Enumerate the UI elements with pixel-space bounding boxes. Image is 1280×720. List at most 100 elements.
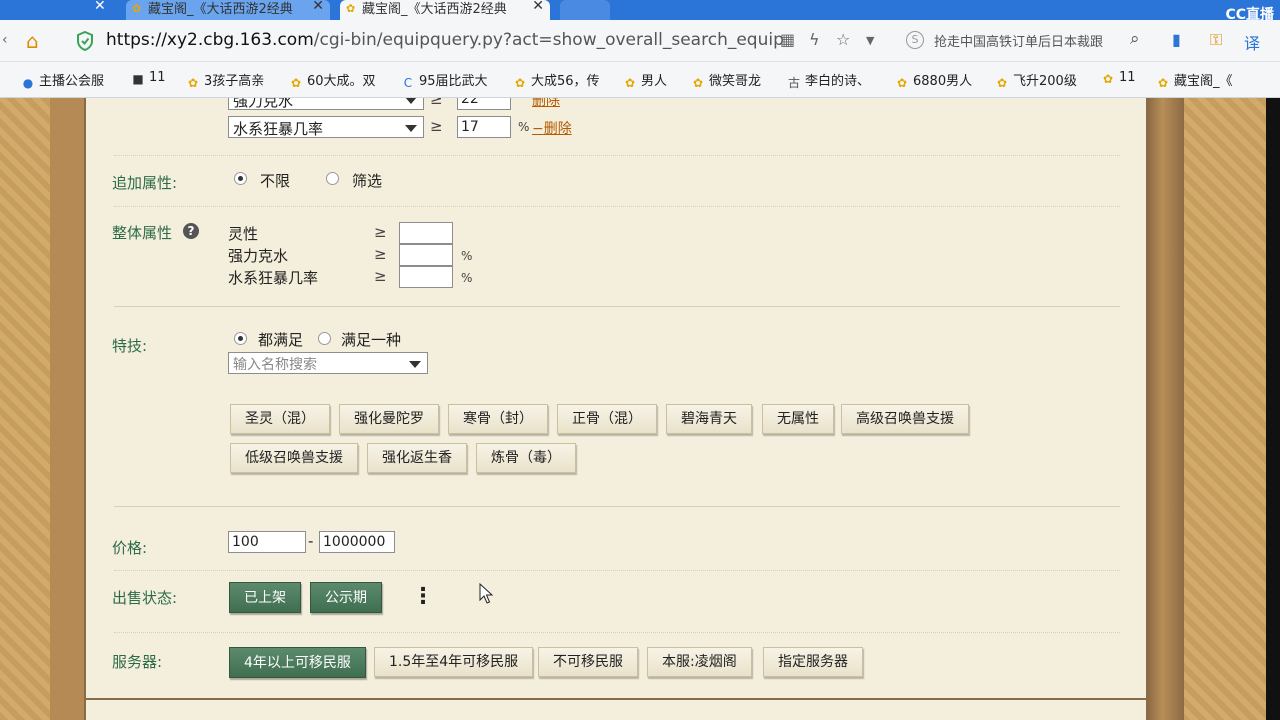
attribute-value-input[interactable] xyxy=(457,98,511,110)
bookmark-item[interactable]: ✿ 男人 xyxy=(622,70,667,90)
server-option-button[interactable]: 不可移民服 xyxy=(538,647,638,677)
bookmark-item[interactable]: ✿ 11 xyxy=(1100,70,1136,86)
overall-attr-input-spirit[interactable] xyxy=(399,222,453,244)
skill-button[interactable]: 寒骨（封） xyxy=(448,404,548,434)
browser-tab-2[interactable]: ✿ 藏宝阁_《大话西游2经典 ✕ xyxy=(340,0,550,20)
home-icon[interactable]: ⌂ xyxy=(26,31,48,51)
bookmark-icon: ✿ xyxy=(996,76,1008,90)
server-option-button[interactable]: 4年以上可移民服 xyxy=(229,647,366,678)
overall-attr-input-water-crit[interactable] xyxy=(399,266,453,288)
extra-attr-option-filter[interactable]: 筛选 xyxy=(352,170,382,191)
search-suggestion-text: 抢走中国高铁订单后日本裁跟 xyxy=(934,35,1104,50)
extra-attr-option-any[interactable]: 不限 xyxy=(260,170,290,191)
skill-button[interactable]: 低级召唤兽支援 xyxy=(230,443,358,473)
chevron-left-icon[interactable]: ‹ xyxy=(2,32,8,48)
extra-attr-radio-filter[interactable] xyxy=(326,172,339,185)
bookmark-item[interactable]: ■ 11 xyxy=(130,70,165,86)
chevron-down-icon[interactable]: ▼ xyxy=(866,34,874,47)
delete-link[interactable]: 删除 xyxy=(532,98,560,110)
skill-button[interactable]: 碧海青天 xyxy=(666,404,752,434)
percent-unit: % xyxy=(461,271,473,285)
new-tab-button[interactable] xyxy=(560,0,610,20)
skill-button[interactable]: 强化曼陀罗 xyxy=(339,404,439,434)
browser-tab-1[interactable]: ✿ 藏宝阁_《大话西游2经典 ✕ xyxy=(126,0,330,20)
server-option-button[interactable]: 1.5年至4年可移民服 xyxy=(374,647,534,677)
sale-status-public-button[interactable]: 公示期 xyxy=(310,582,382,613)
search-form-panel: 强力克水 ≥ 删除 水系狂暴几率 ≥ % −删除 追加属性: 不限 筛选 整体属… xyxy=(84,98,1148,720)
chevron-down-icon xyxy=(405,125,417,132)
ge-symbol: ≥ xyxy=(374,267,387,285)
skills-match-all[interactable]: 都满足 xyxy=(258,329,303,350)
divider xyxy=(114,506,1120,507)
extra-attr-label: 追加属性: xyxy=(112,174,178,192)
percent-unit: % xyxy=(461,249,473,263)
attribute-select[interactable]: 水系狂暴几率 xyxy=(228,116,424,138)
close-icon[interactable]: ✕ xyxy=(94,0,106,14)
divider xyxy=(114,306,1120,307)
skill-button[interactable]: 高级召唤兽支援 xyxy=(841,404,969,434)
delete-link[interactable]: −删除 xyxy=(532,118,572,138)
bookmark-item[interactable]: ✿ 60大成。双 xyxy=(288,70,376,90)
overall-attr-label: 整体属性 xyxy=(112,224,173,242)
url-path: /cgi-bin/equipquery.py?act=show_overall_… xyxy=(313,30,784,50)
ge-symbol: ≥ xyxy=(430,117,443,135)
overall-attr-name: 水系狂暴几率 xyxy=(228,269,319,287)
price-range-dash: - xyxy=(308,532,314,550)
attribute-select[interactable]: 强力克水 xyxy=(228,98,424,110)
bookmark-icon: ✿ xyxy=(514,76,526,90)
skill-button[interactable]: 无属性 xyxy=(762,404,834,434)
server-option-button[interactable]: 本服:凌烟阁 xyxy=(647,647,752,677)
address-bar: ‹ ⌂ https://xy2.cbg.163.com/cgi-bin/equi… xyxy=(0,20,1280,62)
bookmark-item[interactable]: ✿ 3孩子高亲 xyxy=(185,70,264,90)
bookmark-item[interactable]: ● 主播公会服 xyxy=(20,70,104,90)
close-icon[interactable]: ✕ xyxy=(532,0,544,14)
overall-attr-name: 灵性 xyxy=(228,225,259,243)
bookmark-item[interactable]: 古李白的诗、 xyxy=(786,70,870,90)
attribute-value-input[interactable] xyxy=(457,116,511,138)
extension-icon[interactable]: ▮ xyxy=(1172,30,1181,49)
price-max-input[interactable] xyxy=(319,531,395,553)
ge-symbol: ≥ xyxy=(374,245,387,263)
star-icon[interactable]: ☆ xyxy=(836,30,850,49)
bookmark-icon: ✿ xyxy=(624,76,636,90)
skill-button[interactable]: 强化返生香 xyxy=(367,443,467,473)
search-icon[interactable]: ⌕ xyxy=(1130,29,1140,49)
divider xyxy=(114,632,1120,633)
bookmarks-bar: ● 主播公会服 ■ 11 ✿ 3孩子高亲 ✿ 60大成。双 C 95届比武大 ✿ 大成56，… xyxy=(0,62,1280,98)
bookmark-item[interactable]: ✿ 大成56，传 xyxy=(512,70,600,90)
percent-unit: % xyxy=(518,120,530,134)
help-icon[interactable]: ? xyxy=(183,223,199,239)
skill-button[interactable]: 炼骨（毒） xyxy=(476,443,576,473)
extra-attr-radio-any[interactable] xyxy=(234,172,247,185)
bookmark-item[interactable]: ✿ 藏宝阁_《 xyxy=(1155,70,1233,90)
bookmark-item[interactable]: C 95届比武大 xyxy=(400,70,488,90)
key-icon[interactable]: ⚿ xyxy=(1210,30,1222,50)
skills-match-one-radio[interactable] xyxy=(318,332,331,345)
more-options-icon[interactable]: ⋮ xyxy=(412,584,434,609)
server-option-button[interactable]: 指定服务器 xyxy=(763,647,863,677)
url-field[interactable]: https://xy2.cbg.163.com/cgi-bin/equipque… xyxy=(106,30,784,50)
skill-button[interactable]: 圣灵（混） xyxy=(230,404,330,434)
skills-match-all-radio[interactable] xyxy=(234,332,247,345)
price-min-input[interactable] xyxy=(228,531,306,553)
window-edge xyxy=(1266,98,1280,720)
bookmark-icon: ✿ xyxy=(896,76,908,90)
sale-status-listed-button[interactable]: 已上架 xyxy=(229,582,301,613)
bookmark-item[interactable]: ✿ 飞升200级 xyxy=(994,70,1077,90)
bookmark-item[interactable]: ✿ 6880男人 xyxy=(894,70,972,90)
search-box[interactable]: S 抢走中国高铁订单后日本裁跟 ⌕ xyxy=(906,29,1156,53)
translate-icon[interactable]: 译 xyxy=(1244,30,1260,54)
lightning-icon[interactable]: ϟ xyxy=(809,30,820,49)
skills-search-select[interactable]: 输入名称搜索 xyxy=(228,352,428,374)
qr-code-icon[interactable]: ▦ xyxy=(780,30,795,49)
divider xyxy=(114,570,1120,571)
skill-button[interactable]: 正骨（混） xyxy=(557,404,657,434)
sale-status-label: 出售状态: xyxy=(112,589,178,607)
chevron-down-icon xyxy=(409,361,421,368)
close-icon[interactable]: ✕ xyxy=(312,0,324,14)
overall-attr-input-water-resist[interactable] xyxy=(399,244,453,266)
bookmark-item[interactable]: ✿ 微笑哥龙 xyxy=(690,70,761,90)
skills-match-one[interactable]: 满足一种 xyxy=(341,329,401,350)
tab-label: 藏宝阁_《大话西游2经典 xyxy=(148,2,293,17)
tab-label: 藏宝阁_《大话西游2经典 xyxy=(362,2,507,17)
